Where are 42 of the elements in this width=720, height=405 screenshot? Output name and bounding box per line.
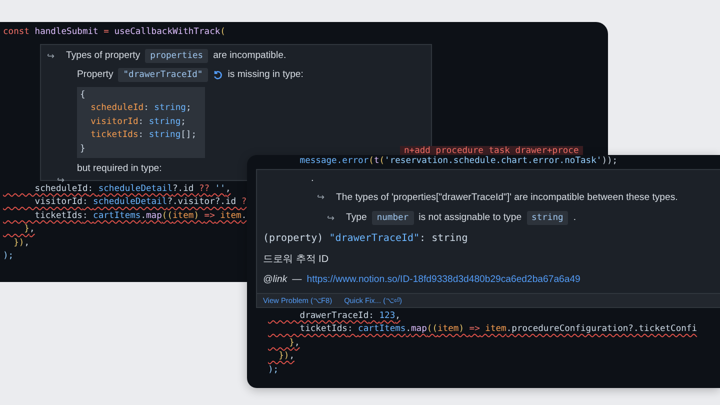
code-line: scheduleId: string;: [90, 102, 192, 115]
inline-code: "drawerTraceId": [118, 68, 208, 82]
code-line: {: [80, 88, 86, 102]
arrow-icon: ↪: [47, 50, 61, 60]
code-line: ticketIds: string[];: [90, 129, 197, 142]
dot-text: .: [311, 174, 315, 184]
message-text: Type: [346, 212, 367, 223]
code-line: visitorId: string;: [90, 116, 186, 128]
code-line: );: [3, 250, 14, 263]
message-text: .: [573, 212, 576, 223]
message-text: but required in type:: [77, 163, 162, 174]
message-text: are incompatible.: [213, 50, 286, 61]
message-text: is missing in type:: [228, 69, 304, 80]
message-text: Property: [77, 69, 114, 80]
code-line: }: [80, 142, 86, 156]
url-link[interactable]: https://www.notion.so/ID-18fd9338d3d480b29ca6ed2ba67a6a49: [306, 274, 580, 284]
code-line: }),: [278, 350, 294, 363]
code-line: },: [23, 223, 35, 236]
code-line: ticketIds: cartItems.map((item) => item.: [34, 210, 247, 222]
inline-code: properties: [145, 48, 208, 62]
arrow-icon: ↪: [317, 192, 331, 202]
code-line: ticketIds: cartItems.map((item) => item.procedureConfiguration?.ticketConfi: [298, 323, 698, 336]
code-line: visitorId: scheduleDetail?.visitor?.id ?: [34, 196, 247, 209]
inline-code: string: [526, 210, 568, 224]
code-line: message.error(t('reservation.schedule.chart.error.noTask'));: [298, 155, 618, 168]
code-line: },: [288, 336, 300, 350]
message-text: is not assignable to type: [418, 212, 522, 223]
code-line: const handleSubmit = useCallbackWithTrack(: [3, 26, 226, 39]
arrow-icon: ↪: [327, 212, 341, 222]
link-tag: @link: [263, 274, 288, 284]
code-line: }),: [12, 236, 30, 250]
code-line: drawerTraceId: 123,: [298, 310, 400, 322]
code-line: );: [268, 364, 279, 376]
dash-text: —: [292, 274, 302, 284]
type-signature: (property) "drawerTraceId": string: [263, 232, 468, 244]
arrow-icon: ↪: [57, 175, 71, 185]
code-line: scheduleId: scheduleDetail?.id ?? '',: [34, 182, 231, 196]
reference-icon[interactable]: [212, 70, 223, 80]
inline-code: number: [372, 210, 414, 224]
message-text: Types of property: [66, 50, 140, 61]
message-text: The types of 'properties["drawerTraceId"]' are incompatible between these types.: [336, 192, 678, 202]
description-text: 드로워 추적 ID: [263, 252, 330, 266]
